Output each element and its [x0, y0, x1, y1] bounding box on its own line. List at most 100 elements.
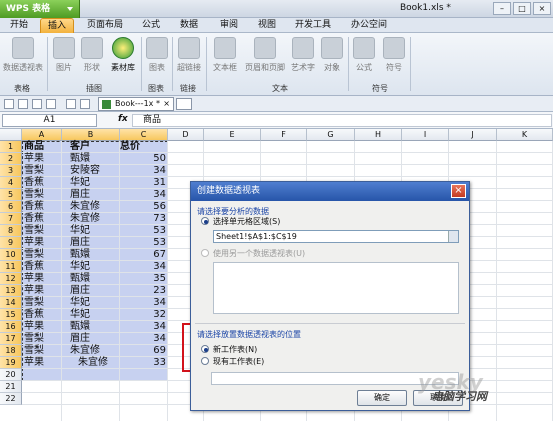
wordart-button[interactable]: 艺术字	[288, 37, 318, 73]
cell-product[interactable]: 雪梨	[24, 345, 44, 357]
row-header[interactable]: 17	[0, 333, 22, 345]
cell-customer[interactable]: 甄嬛	[70, 321, 90, 333]
close-window-icon[interactable]: ×	[533, 2, 551, 15]
new-file-icon[interactable]	[4, 99, 14, 109]
cell-customer[interactable]: 甄嬛	[70, 273, 90, 285]
tab-review[interactable]: 审阅	[216, 18, 242, 33]
tab-office-space[interactable]: 办公空间	[346, 18, 392, 33]
row-header[interactable]: 2	[0, 153, 22, 165]
radio-new-sheet[interactable]	[201, 345, 209, 353]
cell-total[interactable]: 50	[146, 153, 166, 165]
fx-icon[interactable]: fx	[118, 114, 128, 124]
app-menu-button[interactable]: WPS 表格	[0, 0, 80, 18]
row-header[interactable]: 19	[0, 357, 22, 369]
cell-customer[interactable]: 华妃	[70, 261, 90, 273]
object-button[interactable]: 对象	[320, 37, 344, 73]
cell-total[interactable]: 34	[146, 297, 166, 309]
cell-total[interactable]: 31	[146, 177, 166, 189]
row-header[interactable]: 5	[0, 189, 22, 201]
cell-product[interactable]: 雪梨	[24, 249, 44, 261]
cell-total[interactable]: 35	[146, 273, 166, 285]
cell-customer[interactable]: 甄嬛	[70, 153, 90, 165]
cell-product[interactable]: 苹果	[24, 357, 44, 369]
cell-product[interactable]: 苹果	[24, 237, 44, 249]
cell-total[interactable]: 53	[146, 225, 166, 237]
column-header[interactable]: C	[120, 129, 168, 141]
close-icon[interactable]: ×	[451, 184, 466, 198]
cell-customer[interactable]: 朱宜修	[70, 201, 100, 213]
row-header[interactable]: 20	[0, 369, 22, 381]
cell-product[interactable]: 雪梨	[24, 225, 44, 237]
cell-product[interactable]: 雪梨	[24, 297, 44, 309]
column-header[interactable]: K	[497, 129, 553, 141]
radio-new-sheet-label[interactable]: 新工作表(N)	[213, 344, 257, 355]
textbox-button[interactable]: 文本框	[210, 37, 240, 73]
column-header[interactable]: G	[307, 129, 355, 141]
cell-product[interactable]: 雪梨	[24, 189, 44, 201]
cell-total[interactable]: 33	[146, 357, 166, 369]
cell-customer[interactable]: 眉庄	[70, 285, 90, 297]
cell-total[interactable]: 34	[146, 165, 166, 177]
save-icon[interactable]	[32, 99, 42, 109]
cell-header-total[interactable]: 总价	[120, 141, 140, 153]
cell-product[interactable]: 香蕉	[24, 201, 44, 213]
cell-header-product[interactable]: 商品	[24, 141, 44, 153]
cell-product[interactable]: 苹果	[24, 321, 44, 333]
row-header[interactable]: 18	[0, 345, 22, 357]
cell-product[interactable]: 苹果	[24, 153, 44, 165]
cell-total[interactable]: 34	[146, 321, 166, 333]
cell-total[interactable]: 69	[146, 345, 166, 357]
row-header[interactable]: 9	[0, 237, 22, 249]
cell-total[interactable]: 53	[146, 237, 166, 249]
radio-select-range-label[interactable]: 选择单元格区域(S)	[213, 216, 280, 227]
column-header[interactable]: E	[204, 129, 261, 141]
cell-customer[interactable]: 朱宜修	[78, 357, 108, 369]
row-header[interactable]: 3	[0, 165, 22, 177]
cell-customer[interactable]: 华妃	[70, 177, 90, 189]
column-header[interactable]: F	[261, 129, 307, 141]
range-input[interactable]: Sheet1!$A$1:$C$19	[213, 230, 459, 243]
cell-header-customer[interactable]: 客户	[70, 141, 90, 153]
row-header[interactable]: 11	[0, 261, 22, 273]
redo-icon[interactable]	[80, 99, 90, 109]
new-tab-button[interactable]	[176, 98, 192, 110]
row-header[interactable]: 15	[0, 309, 22, 321]
range-picker-icon[interactable]	[448, 231, 458, 242]
cell-total[interactable]: 73	[146, 213, 166, 225]
select-all-corner[interactable]	[0, 129, 22, 141]
row-header[interactable]: 7	[0, 213, 22, 225]
minimize-icon[interactable]: –	[493, 2, 511, 15]
cell-customer[interactable]: 安陵容	[70, 165, 100, 177]
cell-total[interactable]: 34	[146, 189, 166, 201]
cell-total[interactable]: 67	[146, 249, 166, 261]
cell-product[interactable]: 雪梨	[24, 165, 44, 177]
radio-external-pivot-label[interactable]: 使用另一个数据透视表(U)	[213, 248, 305, 259]
tab-data[interactable]: 数据	[176, 18, 202, 33]
row-header[interactable]: 10	[0, 249, 22, 261]
cell-product[interactable]: 香蕉	[24, 177, 44, 189]
column-header[interactable]: J	[449, 129, 497, 141]
cell-product[interactable]: 香蕉	[24, 309, 44, 321]
cell-total[interactable]: 34	[146, 261, 166, 273]
cell-customer[interactable]: 华妃	[70, 225, 90, 237]
radio-existing-sheet-label[interactable]: 现有工作表(E)	[213, 356, 264, 367]
column-header[interactable]: D	[168, 129, 204, 141]
hyperlink-button[interactable]: 超链接	[174, 37, 204, 73]
cell-product[interactable]: 苹果	[24, 285, 44, 297]
close-tab-icon[interactable]: ×	[163, 98, 170, 110]
radio-existing-sheet[interactable]	[201, 357, 209, 365]
row-header[interactable]: 6	[0, 201, 22, 213]
shape-button[interactable]: 形状	[80, 37, 104, 73]
tab-page-layout[interactable]: 页面布局	[82, 18, 128, 33]
cell-total[interactable]: 34	[146, 333, 166, 345]
column-header[interactable]: I	[402, 129, 449, 141]
row-header[interactable]: 4	[0, 177, 22, 189]
cell-product[interactable]: 香蕉	[24, 213, 44, 225]
tab-home[interactable]: 开始	[6, 18, 32, 33]
row-header[interactable]: 1	[0, 141, 22, 153]
cell-customer[interactable]: 眉庄	[70, 189, 90, 201]
cell-customer[interactable]: 华妃	[70, 297, 90, 309]
row-header[interactable]: 14	[0, 297, 22, 309]
cell-customer[interactable]: 朱宜修	[70, 213, 100, 225]
cell-product[interactable]: 香蕉	[24, 261, 44, 273]
